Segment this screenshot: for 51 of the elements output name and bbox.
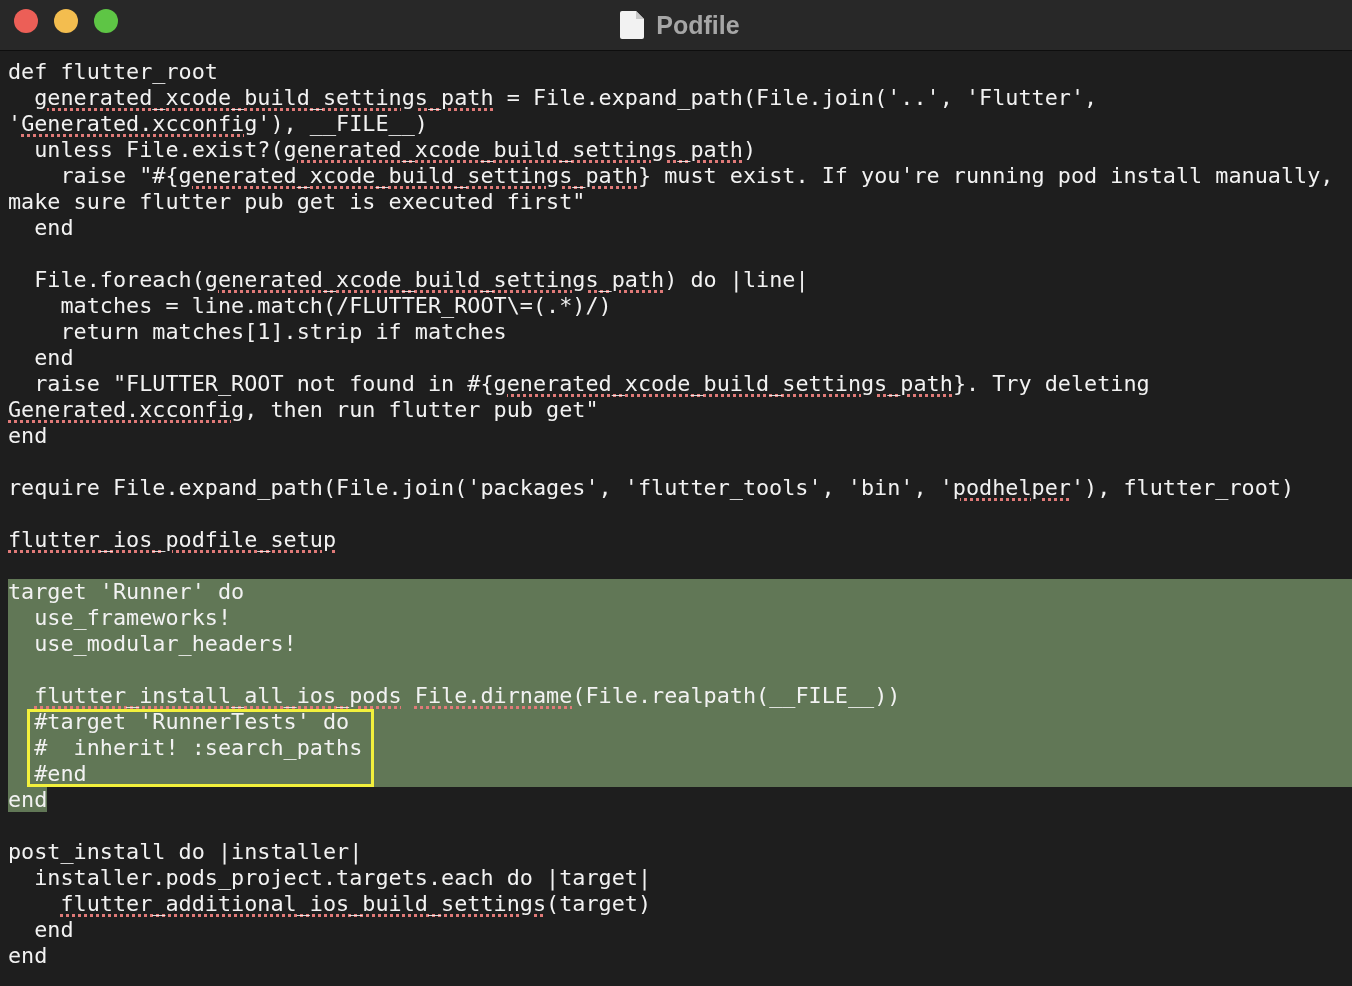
code-text: end <box>8 787 48 812</box>
code-text: raise "FLUTTER_ROOT not found in #{ <box>34 371 494 396</box>
code-text: end <box>34 917 74 942</box>
misspelled-word: Generated.xcconfig <box>21 111 258 136</box>
code-text: end <box>8 943 48 968</box>
document-icon <box>620 11 645 39</box>
code-text: make sure flutter pub get is executed first" <box>8 189 586 214</box>
code-text: end <box>34 215 74 240</box>
code-text: #target 'RunnerTests' do <box>34 709 350 734</box>
code-text: post_install do |installer| <box>8 839 363 864</box>
zoom-button[interactable] <box>94 9 118 33</box>
misspelled-word: flutter_additional_ios_build_settings <box>60 891 547 916</box>
code-text: }. Try deleting <box>952 371 1150 396</box>
misspelled-word: File.dirname <box>414 683 573 708</box>
close-button[interactable] <box>14 9 38 33</box>
code-text: use_modular_headers! <box>34 631 297 656</box>
misspelled-word: generated_xcode_build_settings_path <box>493 371 953 396</box>
code-text: , then run flutter pub get" <box>244 397 599 422</box>
code-text: } must exist. If you're running pod install manually, <box>637 163 1334 188</box>
misspelled-word: generated_xcode_build_settings_path <box>204 267 665 292</box>
code-text: (File.realpath(__FILE__)) <box>572 683 901 708</box>
code-text: File.foreach( <box>34 267 205 292</box>
misspelled-word: flutter_ios_podfile_setup <box>8 527 337 552</box>
code-text: ' <box>8 111 22 136</box>
code-text: matches = line.match(/FLUTTER_ROOT\=(.*)/) <box>60 293 612 318</box>
minimize-button[interactable] <box>54 9 78 33</box>
code-text: return matches[1].strip if matches <box>60 319 507 344</box>
misspelled-word: Generated.xcconfig <box>8 397 245 422</box>
code-text: ) do |line| <box>664 267 809 292</box>
misspelled-word: podhelper <box>952 475 1071 500</box>
code-text: require File.expand_path(File.join('packages', 'flutter_tools', 'bin', ' <box>8 475 953 500</box>
code-text: installer.pods_project.targets.each do |target| <box>34 865 652 890</box>
misspelled-word: generated_xcode_build_settings_path <box>178 163 638 188</box>
code-text: target 'Runner' do <box>8 579 245 604</box>
code-text: end <box>34 345 74 370</box>
misspelled-word: generated_xcode_build_settings_path <box>34 85 494 110</box>
code-text: use_frameworks! <box>34 605 232 630</box>
code-text: def flutter_root <box>8 59 218 84</box>
misspelled-word: flutter_install_all_ios_pods <box>34 683 402 708</box>
code-text: end <box>8 423 48 448</box>
window-title: Podfile <box>656 10 740 40</box>
misspelled-word: generated_xcode_build_settings_path <box>283 137 743 162</box>
code-text: (target) <box>546 891 652 916</box>
code-text: # inherit! :search_paths <box>34 735 363 760</box>
code-text: '), __FILE__) <box>257 111 428 136</box>
code-text: #end <box>34 761 87 786</box>
code-text: '), flutter_root) <box>1070 475 1295 500</box>
code-text: = File.expand_path(File.join('..', 'Flutter', <box>506 85 1098 110</box>
code-text: raise "#{ <box>60 163 179 188</box>
code-text: ) <box>742 137 757 162</box>
code-text: unless File.exist?( <box>34 137 284 162</box>
